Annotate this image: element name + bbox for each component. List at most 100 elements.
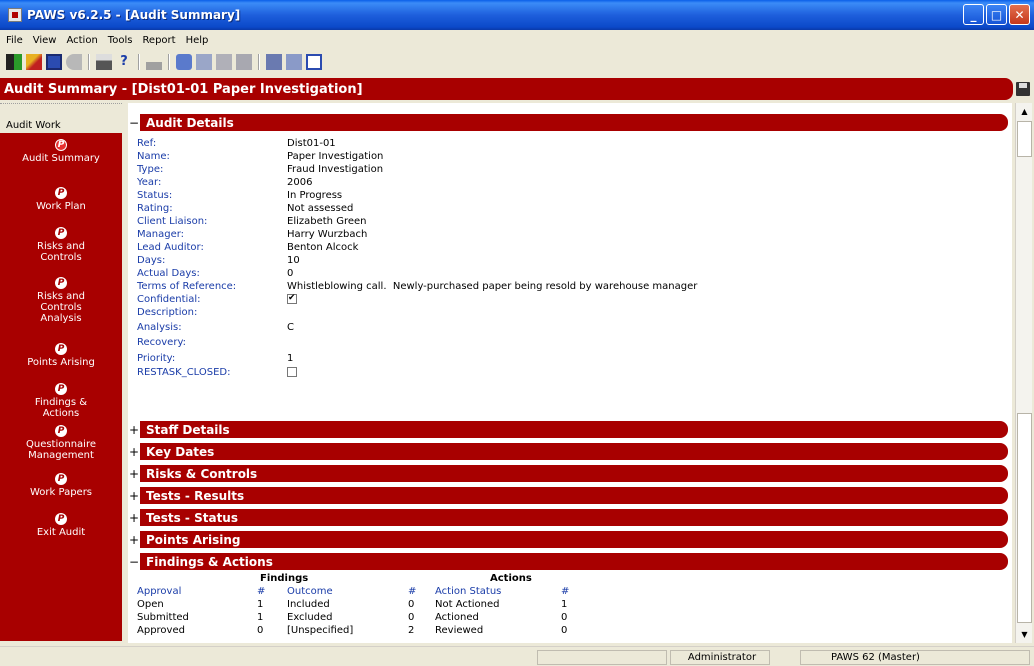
print-icon[interactable] xyxy=(96,54,112,70)
binoculars-icon[interactable] xyxy=(266,54,282,70)
sidebar-item-work-papers[interactable]: P Work Papers xyxy=(0,473,122,498)
document-icon[interactable] xyxy=(46,54,62,70)
sidebar-item-label: Findings & Actions xyxy=(34,397,88,419)
menu-tools[interactable]: Tools xyxy=(108,35,133,46)
help-icon[interactable]: ? xyxy=(116,54,132,70)
status-field xyxy=(537,650,667,665)
section-title: Risks & Controls xyxy=(140,465,1008,482)
restask-closed-checkbox[interactable] xyxy=(287,367,297,377)
close-button[interactable]: ✕ xyxy=(1009,4,1030,25)
section-title: Points Arising xyxy=(140,531,1008,548)
sidebar-item-risks-and-controls-analysis[interactable]: P Risks and Controls Analysis xyxy=(22,277,100,324)
table-cell: 1 xyxy=(257,612,264,623)
expand-toggle[interactable]: + xyxy=(128,445,140,459)
section-staff-details[interactable]: + Staff Details xyxy=(128,421,1008,438)
sidebar-item-exit-audit[interactable]: P Exit Audit xyxy=(0,513,122,538)
section-findings-actions[interactable]: − Findings & Actions xyxy=(128,553,1008,570)
col-count: # xyxy=(408,586,417,597)
section-risks-controls[interactable]: + Risks & Controls xyxy=(128,465,1008,482)
field-year: 2006 xyxy=(287,177,313,188)
table-cell: 1 xyxy=(561,599,568,610)
confidential-checkbox[interactable] xyxy=(287,292,297,305)
col-action-status: Action Status xyxy=(435,586,502,597)
sidebar-item-label: Audit Summary xyxy=(22,153,100,164)
section-title: Staff Details xyxy=(140,421,1008,438)
table-cell: Approved xyxy=(137,625,185,636)
field-row: Actual Days: 0 xyxy=(137,268,294,279)
collapse-toggle[interactable]: − xyxy=(128,116,140,130)
collapse-toggle[interactable]: − xyxy=(128,555,140,569)
list-icon[interactable] xyxy=(236,54,252,70)
sidebar-item-label: Risks and Controls xyxy=(37,241,85,263)
field-name: Paper Investigation xyxy=(287,151,384,162)
expand-toggle[interactable]: + xyxy=(128,467,140,481)
scroll-thumb[interactable] xyxy=(1017,121,1032,157)
sidebar-item-label: Exit Audit xyxy=(36,527,86,538)
sidebar-item-questionnaire-management[interactable]: P Questionnaire Management xyxy=(8,425,114,461)
sidebar-item-label: Work Papers xyxy=(29,487,93,498)
section-key-dates[interactable]: + Key Dates xyxy=(128,443,1008,460)
save-icon[interactable] xyxy=(1016,82,1030,96)
minimize-button[interactable]: _ xyxy=(963,4,984,25)
maximize-button[interactable]: □ xyxy=(986,4,1007,25)
sidebar-nav: P Audit Summary P Work Plan P Risks and … xyxy=(0,133,122,641)
audit-details-fields: Ref: Dist01-01 Name: Paper Investigation T… xyxy=(137,137,697,379)
expand-toggle[interactable]: + xyxy=(128,533,140,547)
expand-toggle[interactable]: + xyxy=(128,423,140,437)
paws-icon: P xyxy=(55,343,67,355)
table-cell: Excluded xyxy=(287,612,333,623)
section-title: Key Dates xyxy=(140,443,1008,460)
field-row: Analysis: C xyxy=(137,319,697,336)
scroll-up-arrow[interactable]: ▲ xyxy=(1016,103,1033,120)
table-icon[interactable] xyxy=(216,54,232,70)
field-type: Fraud Investigation xyxy=(287,164,384,175)
triangle-icon[interactable] xyxy=(146,54,162,70)
sidebar-item-risks-and-controls[interactable]: P Risks and Controls xyxy=(22,227,100,263)
actions-heading: Actions xyxy=(490,573,532,584)
grid-icon[interactable] xyxy=(196,54,212,70)
sidebar-item-audit-summary[interactable]: P Audit Summary xyxy=(0,139,122,164)
status-database: PAWS 62 (Master) xyxy=(800,650,1030,665)
findings-summary: Findings Actions Approval # Outcome # Ac… xyxy=(137,573,577,643)
menu-file[interactable]: File xyxy=(6,35,23,46)
field-lead-auditor: Benton Alcock xyxy=(287,242,359,253)
field-row: Ref: Dist01-01 xyxy=(137,138,336,149)
field-actual-days: 0 xyxy=(287,268,294,279)
menu-help[interactable]: Help xyxy=(186,35,209,46)
menu-action[interactable]: Action xyxy=(66,35,97,46)
vertical-scrollbar[interactable]: ▲ ▼ xyxy=(1015,103,1032,643)
scroll-track[interactable] xyxy=(1017,413,1032,623)
scroll-down-arrow[interactable]: ▼ xyxy=(1016,626,1033,643)
calendar-icon[interactable] xyxy=(306,54,322,70)
menu-view[interactable]: View xyxy=(33,35,57,46)
menu-report[interactable]: Report xyxy=(142,35,175,46)
pen-icon[interactable] xyxy=(26,54,42,70)
section-audit-details[interactable]: − Audit Details xyxy=(128,114,1008,131)
field-manager: Harry Wurzbach xyxy=(287,229,368,240)
chart-icon[interactable] xyxy=(286,54,302,70)
sidebar-item-label: Work Plan xyxy=(36,201,86,212)
sidebar-item-findings-and-actions[interactable]: P Findings & Actions xyxy=(22,383,100,419)
exit-icon[interactable] xyxy=(6,54,22,70)
field-client-liaison: Elizabeth Green xyxy=(287,216,367,227)
section-title: Findings & Actions xyxy=(140,553,1008,570)
field-row: Manager: Harry Wurzbach xyxy=(137,229,368,240)
window-title: PAWS v6.2.5 - [Audit Summary] xyxy=(27,8,241,22)
table-cell: Submitted xyxy=(137,612,189,623)
expand-toggle[interactable]: + xyxy=(128,511,140,525)
sidebar-item-points-arising[interactable]: P Points Arising xyxy=(0,343,122,368)
section-title: Tests - Results xyxy=(140,487,1008,504)
table-cell: Reviewed xyxy=(435,625,484,636)
section-points-arising[interactable]: + Points Arising xyxy=(128,531,1008,548)
col-approval: Approval xyxy=(137,586,182,597)
sidebar-item-work-plan[interactable]: P Work Plan xyxy=(0,187,122,212)
app-icon xyxy=(8,8,22,22)
globe-icon[interactable] xyxy=(176,54,192,70)
section-tests-status[interactable]: + Tests - Status xyxy=(128,509,1008,526)
section-tests-results[interactable]: + Tests - Results xyxy=(128,487,1008,504)
back-icon[interactable] xyxy=(66,54,82,70)
paws-icon: P xyxy=(55,187,67,199)
table-cell: [Unspecified] xyxy=(287,625,354,636)
field-days: 10 xyxy=(287,255,300,266)
expand-toggle[interactable]: + xyxy=(128,489,140,503)
